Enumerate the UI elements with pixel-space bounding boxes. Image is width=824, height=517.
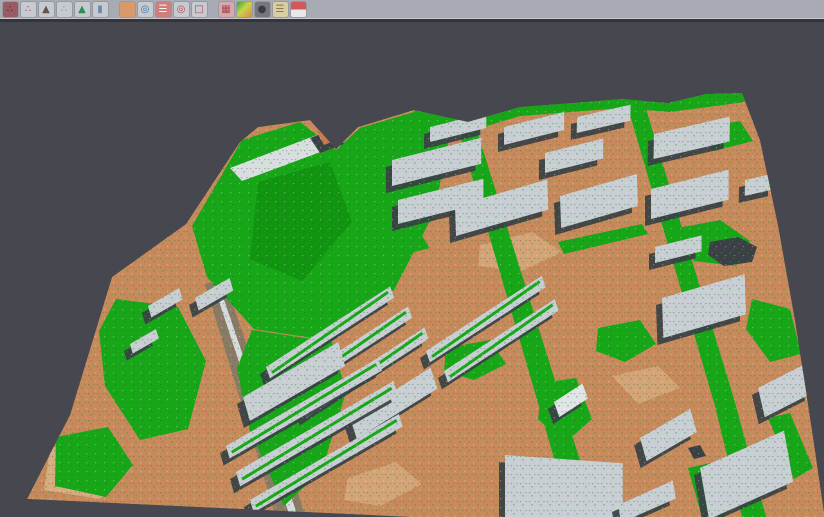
terrain-model-icon[interactable]: ▲ <box>39 2 54 17</box>
point-cloud-scene[interactable] <box>0 0 824 517</box>
report-icon[interactable]: ☰ <box>273 2 288 17</box>
camera-icon[interactable]: ● <box>255 2 270 17</box>
flag-icon[interactable] <box>291 2 306 17</box>
profile-icon[interactable]: ▮ <box>93 2 108 17</box>
globe-icon[interactable]: ◎ <box>138 2 153 17</box>
measure-grid-icon[interactable]: ▦ <box>219 2 234 17</box>
main-toolbar: ∴∴▲∴▲▮◎☰◎□▦●☰ <box>0 0 824 22</box>
select-box-icon[interactable]: □ <box>192 2 207 17</box>
orthophoto-icon[interactable] <box>120 2 135 17</box>
dem-icon[interactable]: ▲ <box>75 2 90 17</box>
sparse-cloud-icon[interactable]: ∴ <box>57 2 72 17</box>
colormap-icon[interactable] <box>237 2 252 17</box>
target-icon[interactable]: ◎ <box>174 2 189 17</box>
toolbar-group: ▦ ●☰ <box>217 2 307 19</box>
toolbar-group: ◎☰◎□ <box>118 2 208 19</box>
point-noise <box>0 0 824 517</box>
terrain-point-cloud[interactable] <box>0 0 824 517</box>
classified-cloud-icon[interactable]: ∴ <box>21 2 36 17</box>
3d-viewport[interactable] <box>0 0 824 517</box>
attribute-table-icon[interactable]: ☰ <box>156 2 171 17</box>
point-cloud-icon[interactable]: ∴ <box>3 2 18 17</box>
toolbar-group: ∴∴▲∴▲▮ <box>1 2 109 19</box>
